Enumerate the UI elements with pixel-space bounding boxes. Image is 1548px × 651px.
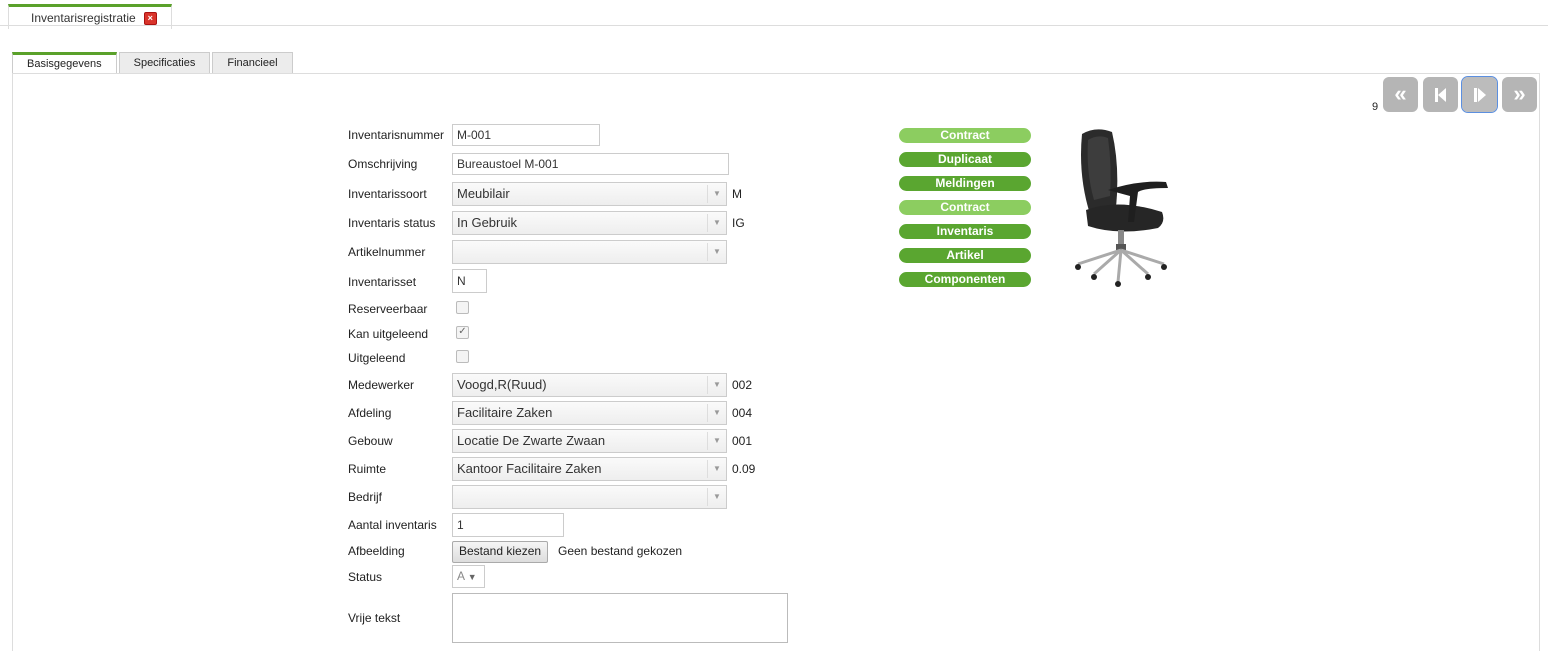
- kan-uitgeleend-checkbox[interactable]: ✓: [456, 326, 469, 339]
- vrije-tekst-textarea[interactable]: [452, 593, 788, 643]
- tab-financieel[interactable]: Financieel: [212, 52, 293, 73]
- double-chevron-left-icon: «: [1394, 81, 1407, 106]
- label-artikelnummer: Artikelnummer: [348, 245, 426, 259]
- label-inventarisnummer: Inventarisnummer: [348, 128, 445, 142]
- gebouw-code: 001: [732, 434, 753, 448]
- inventarisnummer-field[interactable]: M-001: [452, 124, 600, 146]
- label-uitgeleend: Uitgeleend: [348, 351, 406, 365]
- status-select[interactable]: A ▼: [452, 565, 485, 588]
- label-medewerker: Medewerker: [348, 378, 415, 392]
- medewerker-code: 002: [732, 378, 753, 392]
- label-ruimte: Ruimte: [348, 462, 387, 476]
- label-inventaris-status: Inventaris status: [348, 216, 436, 230]
- chevron-down-icon: ▼: [707, 432, 726, 450]
- inventarissoort-code: M: [732, 187, 742, 201]
- caret-down-icon: ▼: [467, 572, 477, 582]
- label-gebouw: Gebouw: [348, 434, 393, 448]
- label-omschrijving: Omschrijving: [348, 157, 418, 171]
- inventaris-status-select[interactable]: In Gebruik ▼: [452, 211, 727, 235]
- choose-file-button[interactable]: Bestand kiezen: [452, 541, 549, 563]
- label-inventarisset: Inventarisset: [348, 275, 417, 289]
- medewerker-value: Voogd,R(Ruud): [457, 377, 547, 392]
- section-tabs: Basisgegevens Specificaties Financieel: [12, 52, 293, 74]
- meldingen-button[interactable]: Meldingen: [899, 176, 1031, 191]
- first-record-button[interactable]: «: [1383, 77, 1418, 112]
- reserveerbaar-checkbox[interactable]: [456, 301, 469, 314]
- chevron-down-icon: ▼: [707, 185, 726, 203]
- duplicaat-button[interactable]: Duplicaat: [899, 152, 1031, 167]
- inventaris-status-value: In Gebruik: [457, 215, 517, 230]
- ruimte-value: Kantoor Facilitaire Zaken: [457, 461, 602, 476]
- step-back-icon: [1431, 81, 1451, 106]
- componenten-button[interactable]: Componenten: [899, 272, 1031, 287]
- label-kan-uitgeleend: Kan uitgeleend: [348, 327, 429, 341]
- inventaris-status-code: IG: [732, 216, 745, 230]
- inventarissoort-select[interactable]: Meubilair ▼: [452, 182, 727, 206]
- chevron-down-icon: ▼: [707, 243, 726, 261]
- ruimte-code: 0.09: [732, 462, 756, 476]
- omschrijving-field[interactable]: Bureaustoel M-001: [452, 153, 729, 175]
- contract-button-2[interactable]: Contract: [899, 200, 1031, 215]
- bedrijf-select[interactable]: ▼: [452, 485, 727, 509]
- step-forward-icon: [1470, 81, 1490, 106]
- label-bedrijf: Bedrijf: [348, 490, 383, 504]
- label-afdeling: Afdeling: [348, 406, 392, 420]
- double-chevron-right-icon: »: [1513, 81, 1526, 106]
- next-record-button[interactable]: [1461, 76, 1498, 113]
- label-afbeelding: Afbeelding: [348, 544, 405, 558]
- gebouw-value: Locatie De Zwarte Zwaan: [457, 433, 606, 448]
- chevron-down-icon: ▼: [707, 404, 726, 422]
- chevron-down-icon: ▼: [707, 214, 726, 232]
- checkmark-icon: ✓: [458, 326, 467, 337]
- label-reserveerbaar: Reserveerbaar: [348, 302, 428, 316]
- close-icon[interactable]: ×: [143, 11, 157, 25]
- inventarissoort-value: Meubilair: [457, 186, 510, 201]
- medewerker-select[interactable]: Voogd,R(Ruud) ▼: [452, 373, 727, 397]
- chevron-down-icon: ▼: [707, 460, 726, 478]
- afdeling-code: 004: [732, 406, 753, 420]
- uitgeleend-checkbox[interactable]: [456, 350, 469, 363]
- form-panel: [12, 73, 1540, 651]
- record-number: 9: [1372, 101, 1379, 113]
- aantal-inventaris-field[interactable]: 1: [452, 513, 564, 537]
- tab-specificaties[interactable]: Specificaties: [118, 52, 211, 73]
- gebouw-select[interactable]: Locatie De Zwarte Zwaan ▼: [452, 429, 727, 453]
- chevron-down-icon: ▼: [707, 488, 726, 506]
- last-record-button[interactable]: »: [1502, 77, 1537, 112]
- inventaris-button[interactable]: Inventaris: [899, 224, 1031, 239]
- artikelnummer-select[interactable]: ▼: [452, 240, 727, 264]
- afdeling-select[interactable]: Facilitaire Zaken ▼: [452, 401, 727, 425]
- status-value: A: [457, 569, 465, 583]
- file-status: Geen bestand gekozen: [558, 544, 683, 558]
- chevron-down-icon: ▼: [707, 376, 726, 394]
- label-vrije-tekst: Vrije tekst: [348, 611, 401, 625]
- afdeling-value: Facilitaire Zaken: [457, 405, 553, 420]
- artikel-button[interactable]: Artikel: [899, 248, 1031, 263]
- tab-divider: [0, 25, 1548, 26]
- ruimte-select[interactable]: Kantoor Facilitaire Zaken ▼: [452, 457, 727, 481]
- inventarisset-field[interactable]: N: [452, 269, 487, 293]
- label-status: Status: [348, 570, 383, 584]
- contract-button[interactable]: Contract: [899, 128, 1031, 143]
- previous-record-button[interactable]: [1423, 77, 1458, 112]
- inventory-image: [1068, 126, 1174, 288]
- tab-basisgegevens[interactable]: Basisgegevens: [12, 52, 117, 74]
- label-aantal-inventaris: Aantal inventaris: [348, 518, 437, 532]
- label-inventarissoort: Inventarissoort: [348, 187, 427, 201]
